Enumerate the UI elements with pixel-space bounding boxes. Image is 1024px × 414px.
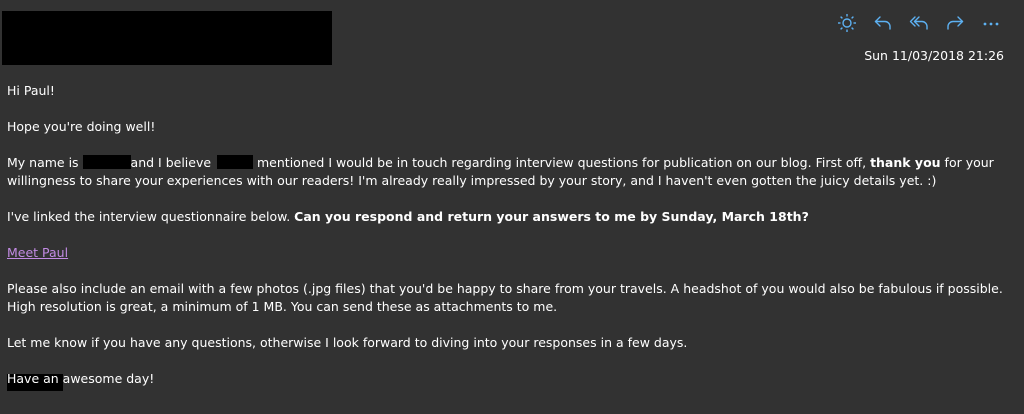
intro-bold-text: thank you bbox=[870, 155, 941, 170]
intro-paragraph: My name is and I believe mentioned I wou… bbox=[7, 154, 1012, 190]
signoff: Have an awesome day! bbox=[7, 371, 155, 386]
intro-text-1: My name is bbox=[7, 155, 83, 170]
message-toolbar bbox=[836, 11, 1002, 35]
reply-all-icon[interactable] bbox=[908, 12, 930, 34]
greeting: Hi Paul! bbox=[7, 83, 55, 98]
meet-paul-link[interactable]: Meet Paul bbox=[7, 245, 68, 260]
questionnaire-paragraph: I've linked the interview questionnaire … bbox=[7, 208, 1012, 226]
intro-text-3: mentioned I would be in touch regarding … bbox=[253, 155, 871, 170]
photos-paragraph: Please also include an email with a few … bbox=[7, 281, 1003, 314]
link-paragraph: Meet Paul bbox=[7, 244, 1012, 262]
message-date: Sun 11/03/2018 21:26 bbox=[864, 48, 1004, 63]
closing-paragraph: Let me know if you have any questions, o… bbox=[7, 335, 688, 350]
sun-icon[interactable] bbox=[836, 12, 858, 34]
intro-text-2: and I believe bbox=[130, 155, 216, 170]
redacted-name bbox=[217, 155, 254, 169]
questionnaire-text: I've linked the interview questionnaire … bbox=[7, 209, 295, 224]
reply-icon[interactable] bbox=[872, 12, 894, 34]
message-body: Hi Paul! Hope you're doing well! My name… bbox=[7, 82, 1012, 391]
redacted-name bbox=[82, 155, 131, 169]
questionnaire-bold-text: Can you respond and return your answers … bbox=[294, 209, 809, 224]
forward-icon[interactable] bbox=[944, 12, 966, 34]
more-icon[interactable] bbox=[980, 12, 1002, 34]
redacted-sender-info bbox=[2, 11, 332, 65]
opening-line: Hope you're doing well! bbox=[7, 119, 156, 134]
